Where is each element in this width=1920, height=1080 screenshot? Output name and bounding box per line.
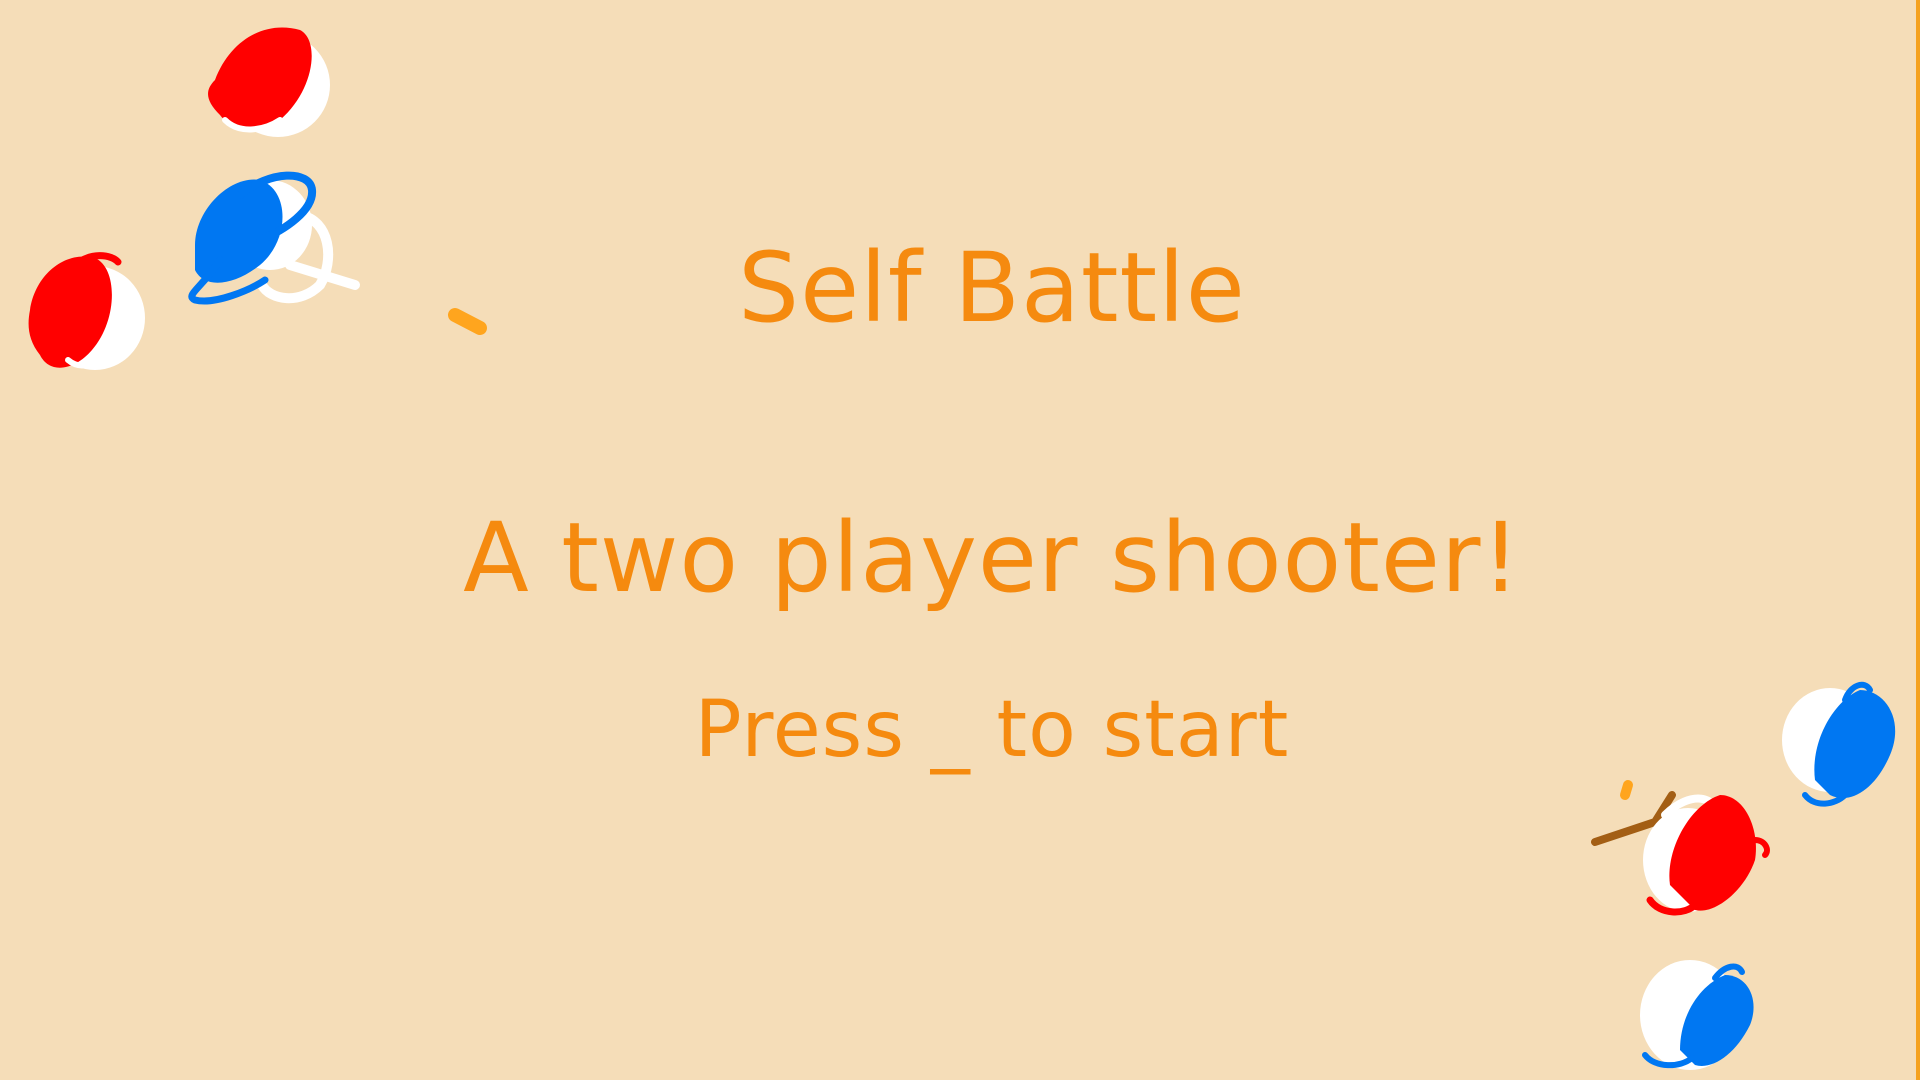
game-canvas[interactable]: Self Battle A two player shooter! Press … — [0, 0, 1920, 1080]
game-title: Self Battle — [738, 232, 1246, 344]
start-prompt: Press _ to start — [694, 685, 1290, 775]
red-player-icon — [1591, 780, 1770, 916]
game-subtitle: A two player shooter! — [463, 502, 1521, 614]
blue-player-icon — [1640, 960, 1754, 1070]
red-player-icon — [208, 27, 330, 137]
